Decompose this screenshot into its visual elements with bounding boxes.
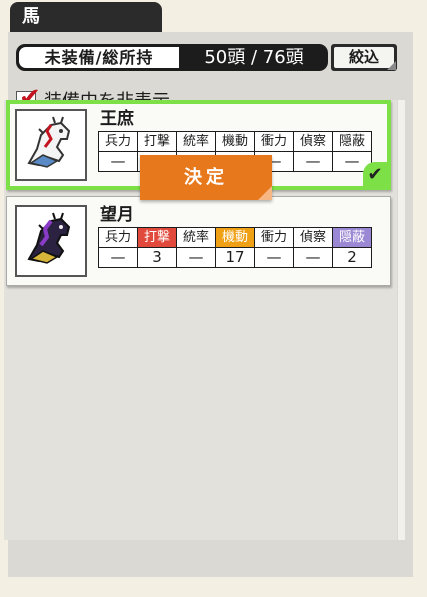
stat-header-strike: 打撃 [137,227,177,248]
stat-header-stealth: 隠蔽 [332,227,372,248]
stat-header-troops: 兵力 [98,131,138,152]
list-scrollbar[interactable] [398,100,405,540]
decide-button[interactable]: 決定 [140,155,272,200]
filter-button[interactable]: 絞込 [331,44,397,71]
stat-value-command: — [176,247,216,268]
stat-header-mobility: 機動 [215,131,255,152]
stat-header-scout: 偵察 [293,131,333,152]
horse-name: 王庶 [100,109,134,129]
horse-name: 望月 [100,205,134,225]
stats-header-row: 兵力 打撃 統率 機動 衝力 偵察 隠蔽 [98,227,372,248]
inventory-count-bar: 未装備/総所持 50頭 / 76頭 [16,44,328,71]
stat-value-impact: — [254,247,294,268]
stat-value-strike: 3 [137,247,177,268]
stat-header-strike: 打撃 [137,131,177,152]
stats-header-row: 兵力 打撃 統率 機動 衝力 偵察 隠蔽 [98,131,372,152]
stat-header-mobility: 機動 [215,227,255,248]
stat-value-troops: — [98,151,138,172]
stat-header-stealth: 隠蔽 [332,131,372,152]
stat-header-troops: 兵力 [98,227,138,248]
horse-card-2[interactable]: 望月 兵力 打撃 統率 機動 衝力 偵察 隠蔽 — 3 — 17 — — 2 [6,196,391,286]
stat-header-command: 統率 [176,131,216,152]
stat-value-stealth: 2 [332,247,372,268]
black-horse-icon [15,205,87,277]
stat-header-impact: 衝力 [254,227,294,248]
decide-corner-icon [258,186,272,200]
stat-header-impact: 衝力 [254,131,294,152]
horse-stats-table: 兵力 打撃 統率 機動 衝力 偵察 隠蔽 — 3 — 17 — — 2 [98,227,372,268]
stat-value-mobility: 17 [215,247,255,268]
white-horse-icon [15,109,87,181]
decide-button-label: 決定 [184,167,228,188]
stat-header-scout: 偵察 [293,227,333,248]
stat-value-troops: — [98,247,138,268]
stat-value-scout: — [293,247,333,268]
filter-button-label: 絞込 [334,47,394,68]
stat-header-command: 統率 [176,227,216,248]
filter-corner-icon [387,61,396,70]
inventory-count-value: 50頭 / 76頭 [204,47,304,68]
stat-value-scout: — [293,151,333,172]
equipped-check-icon: ✔ [363,162,387,186]
inventory-count-label: 未装備/総所持 [19,47,179,68]
stats-value-row: — 3 — 17 — — 2 [98,247,372,268]
screen-title: 馬 [10,2,162,32]
